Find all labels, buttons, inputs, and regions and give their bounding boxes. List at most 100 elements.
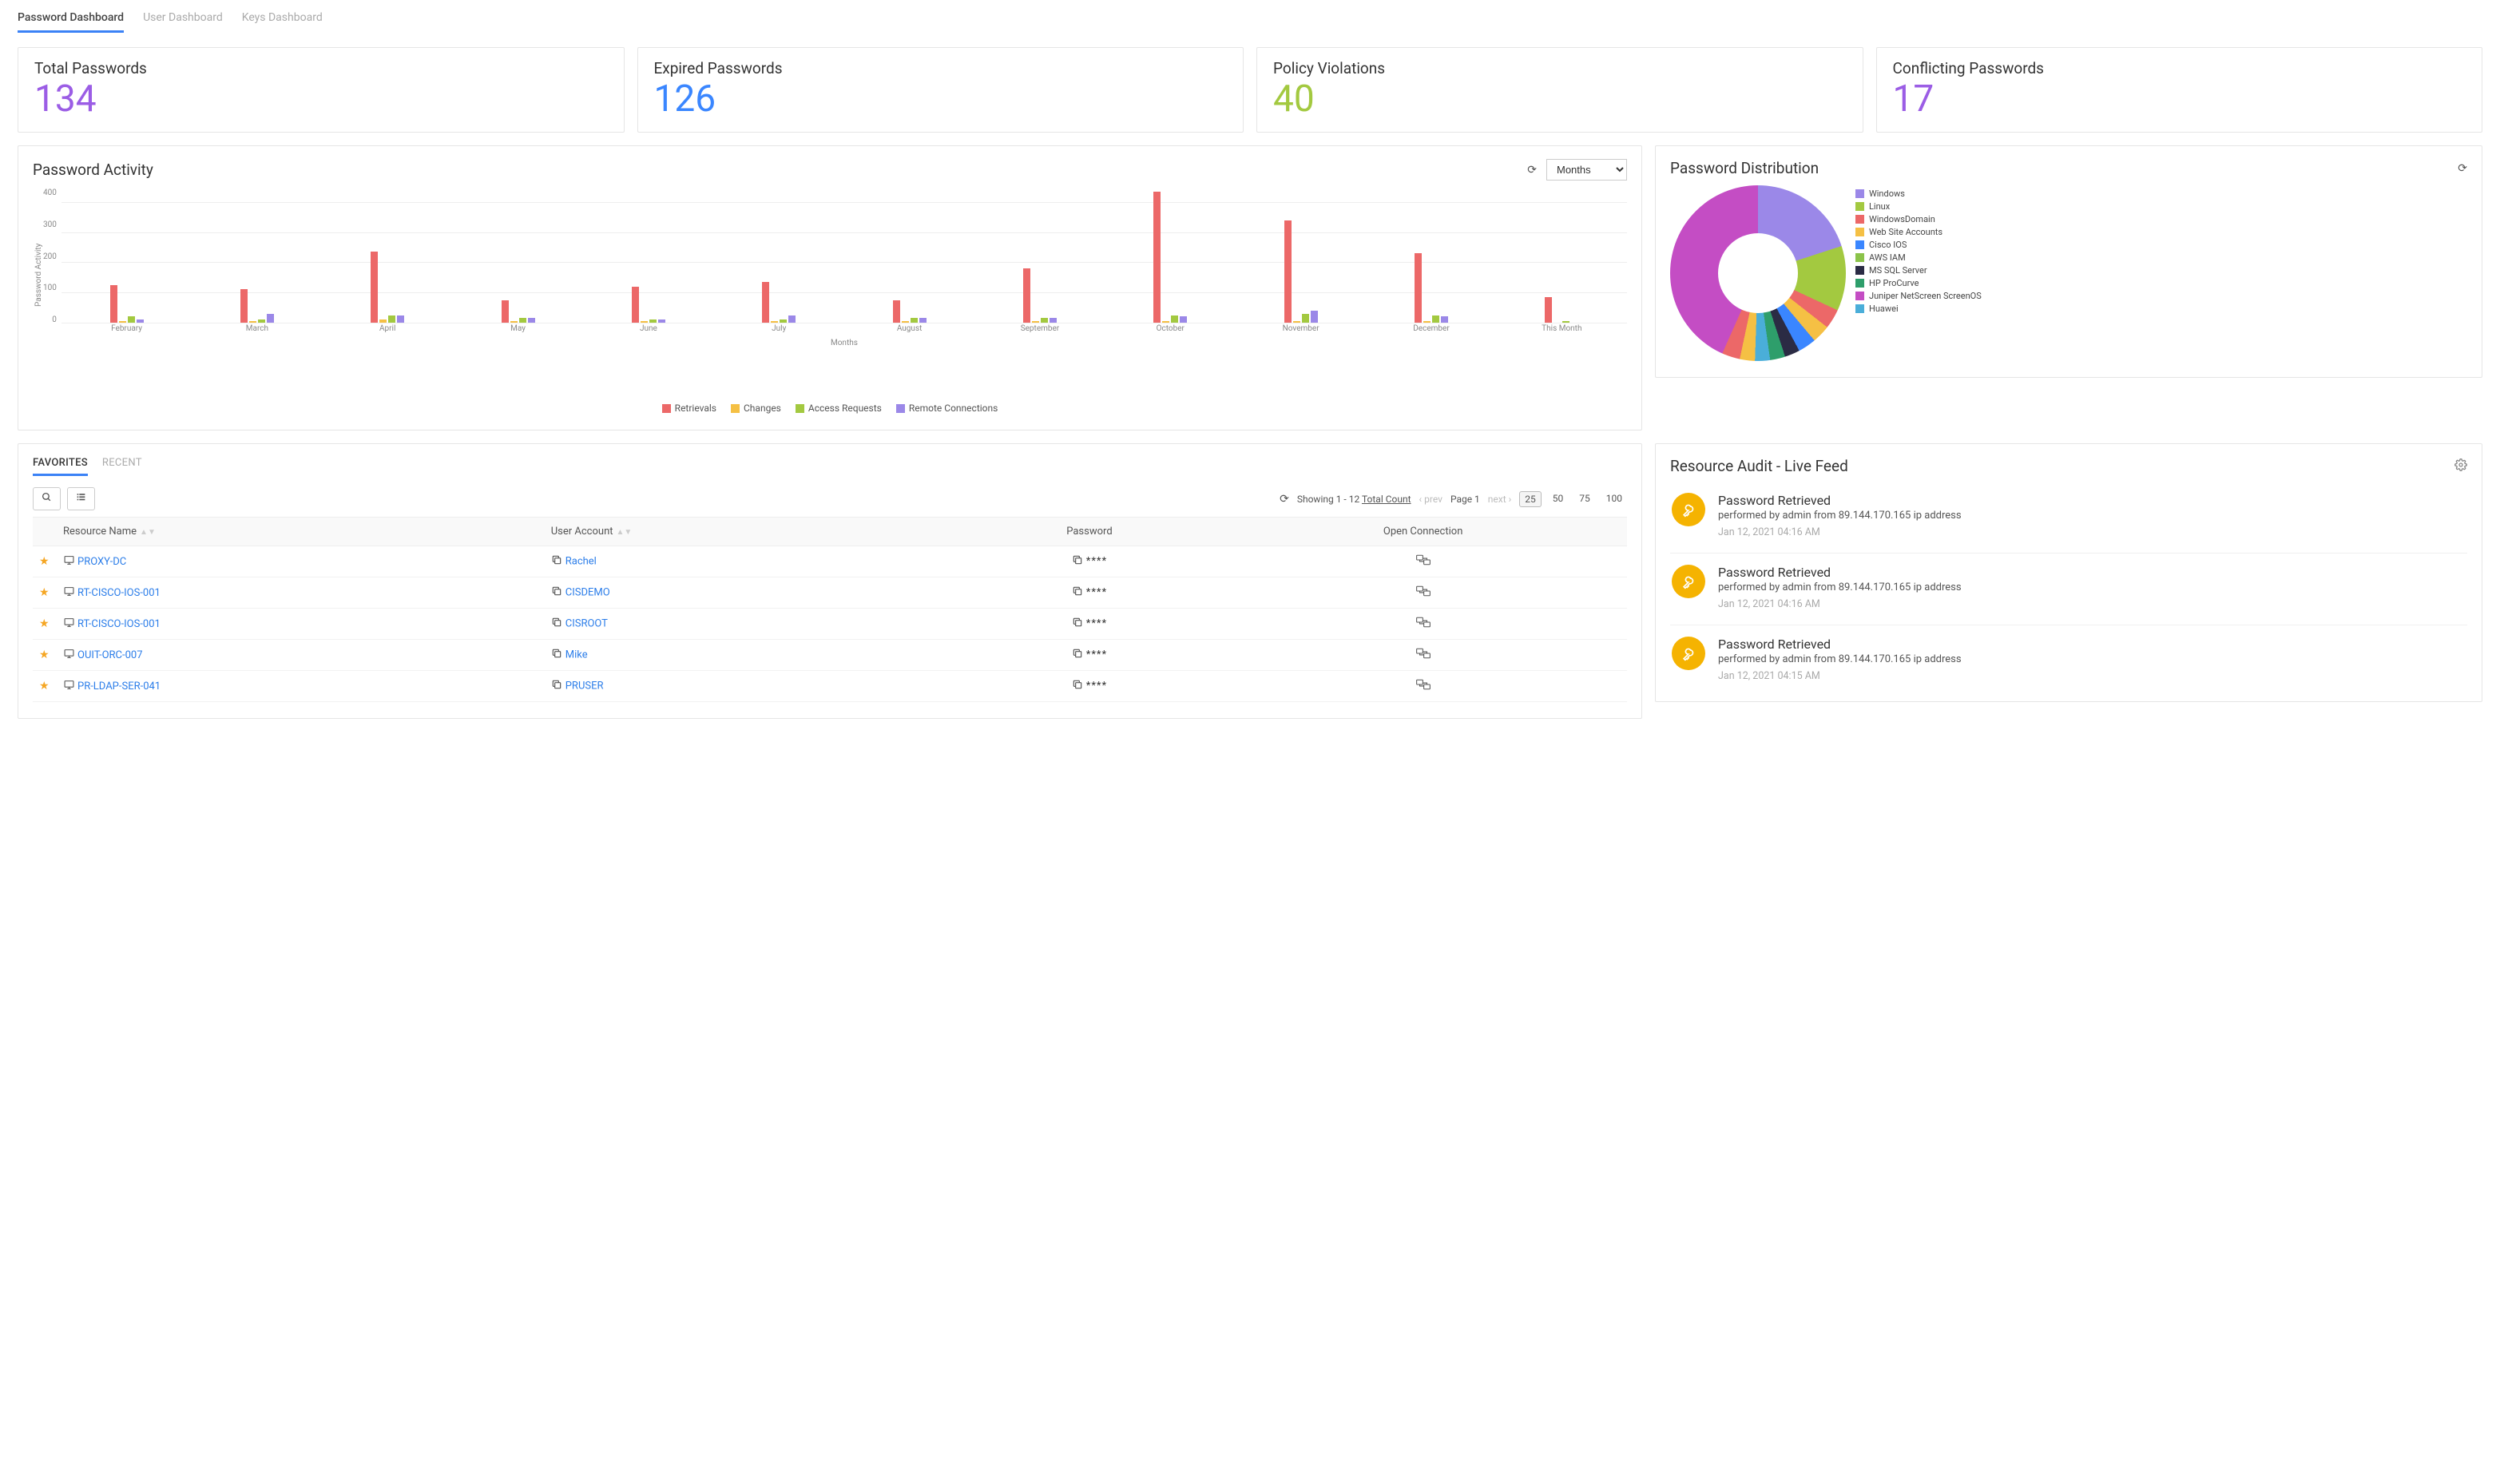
open-connection-button[interactable] bbox=[1219, 609, 1627, 640]
tab-user-dashboard[interactable]: User Dashboard bbox=[143, 8, 223, 33]
password-mask[interactable]: **** bbox=[1086, 617, 1107, 629]
feed-item[interactable]: Password Retrievedperformed by admin fro… bbox=[1670, 625, 2467, 685]
col-resource-name[interactable]: Resource Name▲▼ bbox=[57, 518, 545, 546]
bar-group[interactable] bbox=[62, 187, 192, 323]
distribution-donut[interactable] bbox=[1670, 185, 1846, 361]
open-connection-button[interactable] bbox=[1219, 640, 1627, 671]
star-icon[interactable]: ★ bbox=[39, 649, 50, 661]
open-connection-button[interactable] bbox=[1219, 671, 1627, 702]
page-size-25[interactable]: 25 bbox=[1519, 491, 1542, 507]
star-icon[interactable]: ★ bbox=[39, 680, 50, 692]
stat-value: 126 bbox=[654, 81, 1228, 117]
copy-icon[interactable] bbox=[1072, 585, 1083, 600]
pagination: ⟳ Showing 1 - 12 Total Count ‹ prev Page… bbox=[1280, 491, 1627, 507]
bar-group[interactable] bbox=[1497, 187, 1627, 323]
bar-group[interactable] bbox=[844, 187, 974, 323]
password-mask[interactable]: **** bbox=[1086, 680, 1107, 692]
copy-icon[interactable] bbox=[1072, 554, 1083, 569]
gear-icon[interactable] bbox=[2454, 458, 2467, 474]
bar-group[interactable] bbox=[714, 187, 844, 323]
feed-time: Jan 12, 2021 04:15 AM bbox=[1718, 670, 1962, 682]
legend-access-requests[interactable]: Access Requests bbox=[796, 403, 882, 414]
tab-password-dashboard[interactable]: Password Dashboard bbox=[18, 8, 124, 33]
monitor-icon bbox=[63, 649, 74, 662]
password-mask[interactable]: **** bbox=[1086, 649, 1107, 661]
feed-item[interactable]: Password Retrievedperformed by admin fro… bbox=[1670, 482, 2467, 554]
legend-retrievals[interactable]: Retrievals bbox=[662, 403, 716, 414]
bar-group[interactable] bbox=[974, 187, 1105, 323]
copy-icon[interactable] bbox=[551, 585, 562, 600]
legend-item[interactable]: HP ProCurve bbox=[1855, 278, 1982, 288]
legend-item[interactable]: Windows bbox=[1855, 188, 1982, 199]
stat-value: 134 bbox=[34, 81, 608, 117]
bar-group[interactable] bbox=[323, 187, 453, 323]
col-password: Password bbox=[960, 518, 1220, 546]
copy-icon[interactable] bbox=[551, 679, 562, 693]
legend-changes[interactable]: Changes bbox=[731, 403, 781, 414]
stat-policy-violations[interactable]: Policy Violations 40 bbox=[1256, 47, 1863, 133]
resource-link[interactable]: PROXY-DC bbox=[77, 555, 126, 567]
stat-total-passwords[interactable]: Total Passwords 134 bbox=[18, 47, 625, 133]
legend-item[interactable]: Huawei bbox=[1855, 304, 1982, 314]
open-connection-button[interactable] bbox=[1219, 577, 1627, 609]
refresh-icon[interactable]: ⟳ bbox=[1527, 164, 1537, 177]
legend-remote-connections[interactable]: Remote Connections bbox=[896, 403, 998, 414]
open-connection-button[interactable] bbox=[1219, 546, 1627, 577]
tab-recent[interactable]: RECENT bbox=[102, 457, 142, 476]
copy-icon[interactable] bbox=[1072, 679, 1083, 693]
stat-conflicting-passwords[interactable]: Conflicting Passwords 17 bbox=[1876, 47, 2483, 133]
resource-link[interactable]: RT-CISCO-IOS-001 bbox=[77, 586, 161, 598]
favorites-tabs: FAVORITES RECENT bbox=[33, 457, 1627, 476]
tab-keys-dashboard[interactable]: Keys Dashboard bbox=[242, 8, 323, 33]
panel-title: Resource Audit - Live Feed bbox=[1670, 457, 1848, 475]
page-size-100[interactable]: 100 bbox=[1601, 491, 1627, 507]
y-axis-label: Password Activity bbox=[33, 187, 43, 363]
user-link[interactable]: PRUSER bbox=[565, 680, 604, 692]
page-size-75[interactable]: 75 bbox=[1574, 491, 1595, 507]
star-icon[interactable]: ★ bbox=[39, 586, 50, 599]
legend-item[interactable]: AWS IAM bbox=[1855, 252, 1982, 263]
bar-group[interactable] bbox=[453, 187, 583, 323]
legend-item[interactable]: Cisco IOS bbox=[1855, 240, 1982, 250]
refresh-icon[interactable]: ⟳ bbox=[2458, 162, 2467, 175]
time-range-select[interactable]: Months bbox=[1546, 159, 1627, 181]
resource-link[interactable]: PR-LDAP-SER-041 bbox=[77, 680, 161, 692]
bar-group[interactable] bbox=[192, 187, 322, 323]
legend-item[interactable]: Linux bbox=[1855, 201, 1982, 212]
resource-link[interactable]: RT-CISCO-IOS-001 bbox=[77, 617, 161, 629]
user-link[interactable]: Rachel bbox=[565, 555, 597, 567]
legend-item[interactable]: Web Site Accounts bbox=[1855, 227, 1982, 237]
copy-icon[interactable] bbox=[1072, 648, 1083, 662]
copy-icon[interactable] bbox=[551, 617, 562, 631]
copy-icon[interactable] bbox=[551, 648, 562, 662]
password-mask[interactable]: **** bbox=[1086, 555, 1107, 567]
legend-item[interactable]: Juniper NetScreen ScreenOS bbox=[1855, 291, 1982, 301]
feed-item[interactable]: Password Retrievedperformed by admin fro… bbox=[1670, 554, 2467, 625]
prev-page[interactable]: ‹ prev bbox=[1419, 494, 1442, 505]
search-button[interactable] bbox=[33, 487, 61, 510]
user-link[interactable]: CISROOT bbox=[565, 617, 608, 629]
star-icon[interactable]: ★ bbox=[39, 617, 50, 630]
stat-expired-passwords[interactable]: Expired Passwords 126 bbox=[637, 47, 1244, 133]
bar-group[interactable] bbox=[1236, 187, 1366, 323]
list-view-button[interactable] bbox=[67, 487, 95, 510]
user-link[interactable]: Mike bbox=[565, 649, 588, 661]
next-page[interactable]: next › bbox=[1488, 494, 1511, 505]
page-size-50[interactable]: 50 bbox=[1548, 491, 1569, 507]
password-mask[interactable]: **** bbox=[1086, 586, 1107, 598]
user-link[interactable]: CISDEMO bbox=[565, 586, 610, 598]
feed-subtitle: performed by admin from 89.144.170.165 i… bbox=[1718, 510, 1962, 522]
copy-icon[interactable] bbox=[1072, 617, 1083, 631]
refresh-icon[interactable]: ⟳ bbox=[1280, 493, 1289, 506]
bar-group[interactable] bbox=[1105, 187, 1236, 323]
resource-link[interactable]: OUIT-ORC-007 bbox=[77, 649, 143, 661]
legend-item[interactable]: WindowsDomain bbox=[1855, 214, 1982, 224]
bar-group[interactable] bbox=[583, 187, 713, 323]
copy-icon[interactable] bbox=[551, 554, 562, 569]
tab-favorites[interactable]: FAVORITES bbox=[33, 457, 88, 476]
legend-item[interactable]: MS SQL Server bbox=[1855, 265, 1982, 276]
col-user-account[interactable]: User Account▲▼ bbox=[545, 518, 960, 546]
star-icon[interactable]: ★ bbox=[39, 555, 50, 568]
table-row: ★ RT-CISCO-IOS-001 CISDEMO **** bbox=[33, 577, 1627, 609]
bar-group[interactable] bbox=[1366, 187, 1496, 323]
